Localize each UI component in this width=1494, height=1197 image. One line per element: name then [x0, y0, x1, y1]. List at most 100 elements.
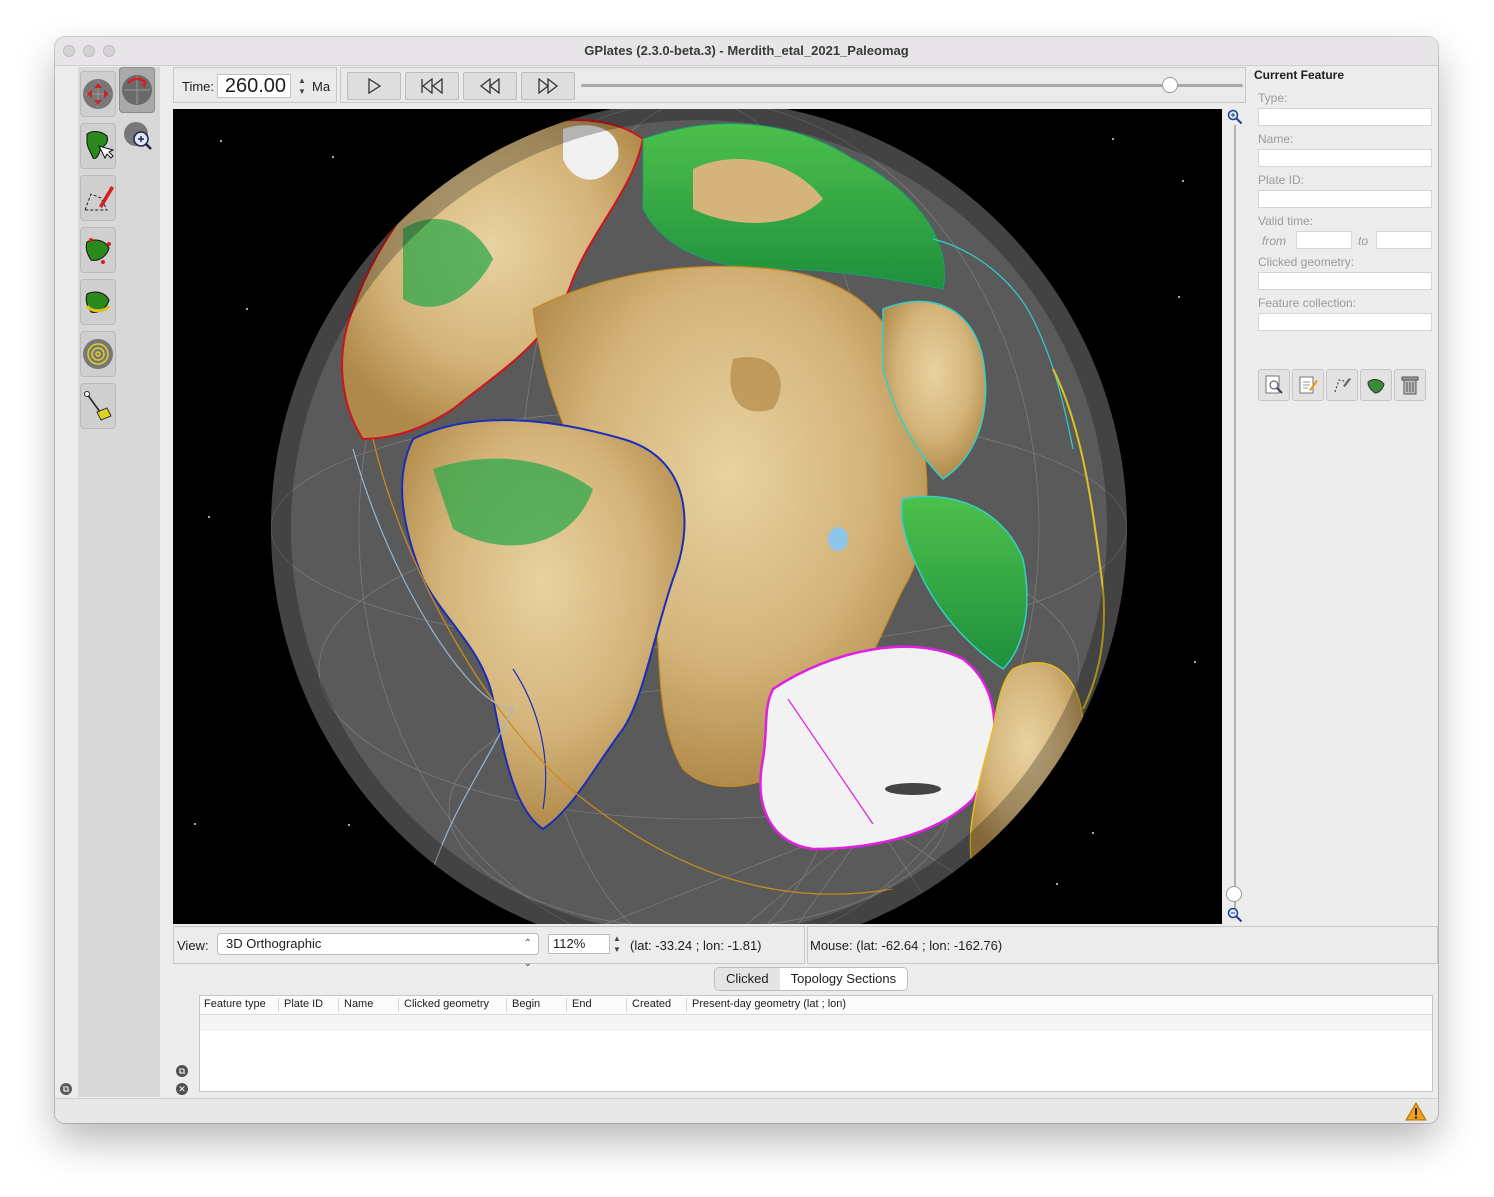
- globe-canvas[interactable]: [173, 109, 1222, 924]
- panel-title: Current Feature: [1254, 68, 1345, 82]
- feature-collection-label: Feature collection:: [1258, 296, 1357, 310]
- column-present-day-geometry[interactable]: Present-day geometry (lat ; lon): [692, 998, 846, 1010]
- step-forward-icon: [538, 78, 559, 94]
- measure-distance-tool[interactable]: [80, 383, 116, 429]
- time-input[interactable]: 260.00: [217, 74, 291, 98]
- camera-coordinates: (lat: -33.24 ; lon: -1.81): [630, 938, 762, 953]
- bottom-tabs: Clicked Topology Sections: [714, 967, 909, 991]
- time-label: Time:: [182, 79, 215, 94]
- projection-value: 3D Orthographic: [226, 936, 322, 951]
- tab-clicked[interactable]: Clicked: [715, 968, 780, 990]
- clicked-geometry-label: Clicked geometry:: [1258, 255, 1355, 269]
- current-feature-panel: Current Feature Type: Name: Plate ID: Va…: [1254, 67, 1434, 401]
- zoom-percent-input[interactable]: 112%: [548, 934, 610, 954]
- play-icon: [368, 78, 381, 94]
- clicked-features-table: Feature type Plate ID Name Clicked geome…: [199, 995, 1433, 1092]
- column-end[interactable]: End: [572, 998, 592, 1010]
- projection-select[interactable]: 3D Orthographic ⌃ ⌄: [217, 933, 539, 969]
- column-plate-id[interactable]: Plate ID: [284, 998, 323, 1010]
- rewind-to-start-icon: [421, 78, 443, 94]
- time-stepper[interactable]: ▲ ▼: [297, 75, 307, 97]
- small-circle-tool[interactable]: [80, 331, 116, 377]
- table-row: [200, 1015, 1432, 1031]
- digitise-pen-icon: [84, 186, 114, 211]
- plate-id-field: [1258, 190, 1432, 208]
- tool-palette: [78, 67, 160, 1097]
- warning-icon[interactable]: [1405, 1102, 1427, 1121]
- title-bar: GPlates (2.3.0-beta.3) - Merdith_etal_20…: [55, 37, 1438, 66]
- zoom-stepper[interactable]: ▲ ▼: [612, 933, 622, 955]
- measure-distance-icon: [84, 391, 112, 421]
- zoom-tool[interactable]: [121, 117, 155, 155]
- valid-to-field: [1376, 231, 1432, 249]
- column-created[interactable]: Created: [632, 998, 671, 1010]
- play-button[interactable]: [347, 72, 401, 100]
- edit-feature-icon: [1299, 376, 1318, 394]
- window-title: GPlates (2.3.0-beta.3) - Merdith_etal_20…: [584, 43, 909, 58]
- rotate-globe-icon: [122, 75, 152, 105]
- from-label: from: [1262, 234, 1286, 248]
- zoom-slider-handle[interactable]: [1226, 886, 1242, 903]
- time-slider-track[interactable]: [581, 84, 1243, 87]
- time-control: Time: 260.00 ▲ ▼ Ma: [173, 67, 337, 103]
- to-label: to: [1358, 234, 1369, 248]
- lake: [828, 527, 848, 551]
- feature-collection-field: [1258, 313, 1432, 331]
- tab-topology-sections[interactable]: Topology Sections: [780, 968, 908, 990]
- digitise-geometry-tool[interactable]: [80, 175, 116, 221]
- rotate-globe-tool[interactable]: [119, 67, 155, 113]
- small-circle-icon: [83, 339, 113, 369]
- zoom-globe-icon: [124, 122, 152, 150]
- name-label: Name:: [1258, 132, 1294, 146]
- query-feature-button[interactable]: [1258, 369, 1290, 401]
- edit-geometry-icon: [1334, 378, 1351, 393]
- step-forward-button[interactable]: [521, 72, 575, 100]
- move-pole-icon: [85, 291, 111, 313]
- chevron-updown-icon: ⌃ ⌄: [523, 938, 532, 969]
- table-header: Feature type Plate ID Name Clicked geome…: [200, 996, 1432, 1015]
- choose-feature-icon: [86, 131, 115, 160]
- zoom-track[interactable]: [1234, 125, 1236, 910]
- choose-feature-tool[interactable]: [80, 123, 116, 169]
- time-slider-handle[interactable]: [1162, 77, 1179, 93]
- zoom-out-icon[interactable]: [1227, 907, 1243, 923]
- delete-feature-icon: [1401, 376, 1419, 395]
- valid-from-field: [1296, 231, 1352, 249]
- clone-feature-button[interactable]: [1360, 369, 1392, 401]
- column-clicked-geometry[interactable]: Clicked geometry: [404, 998, 489, 1010]
- query-feature-icon: [1265, 375, 1283, 394]
- step-back-button[interactable]: [463, 72, 517, 100]
- topology-tool[interactable]: [80, 227, 116, 273]
- globe-render: [194, 109, 1196, 924]
- zoom-slider: [1224, 109, 1246, 924]
- column-name[interactable]: Name: [344, 998, 373, 1010]
- time-unit: Ma: [312, 79, 331, 94]
- type-field: [1258, 108, 1432, 126]
- clone-feature-icon: [1367, 379, 1385, 394]
- status-bar: [55, 1098, 1438, 1123]
- edit-feature-button[interactable]: [1292, 369, 1324, 401]
- name-field: [1258, 149, 1432, 167]
- edit-geometry-button[interactable]: [1326, 369, 1358, 401]
- rewind-to-start-button[interactable]: [405, 72, 459, 100]
- view-label: View:: [177, 938, 209, 953]
- float-panel-icon[interactable]: ⧉: [176, 1065, 188, 1077]
- ice-shadow: [885, 783, 941, 795]
- animation-controls: [340, 67, 1246, 103]
- zoom-in-icon[interactable]: [1227, 109, 1243, 125]
- delete-feature-button[interactable]: [1394, 369, 1426, 401]
- column-feature-type[interactable]: Feature type: [204, 998, 266, 1010]
- topology-icon: [85, 238, 111, 264]
- close-panel-icon[interactable]: ✕: [176, 1083, 188, 1095]
- step-back-icon: [479, 78, 500, 94]
- mouse-coordinates: Mouse: (lat: -62.64 ; lon: -162.76): [810, 938, 1003, 953]
- column-begin[interactable]: Begin: [512, 998, 540, 1010]
- undock-palette-icon[interactable]: ⧉: [60, 1083, 72, 1095]
- type-label: Type:: [1258, 91, 1288, 105]
- valid-time-label: Valid time:: [1258, 214, 1314, 228]
- move-pole-tool[interactable]: [80, 279, 116, 325]
- gplates-window: GPlates (2.3.0-beta.3) - Merdith_etal_20…: [55, 37, 1438, 1123]
- clicked-geometry-field: [1258, 272, 1432, 290]
- plate-id-label: Plate ID:: [1258, 173, 1305, 187]
- drag-globe-tool[interactable]: [80, 71, 116, 117]
